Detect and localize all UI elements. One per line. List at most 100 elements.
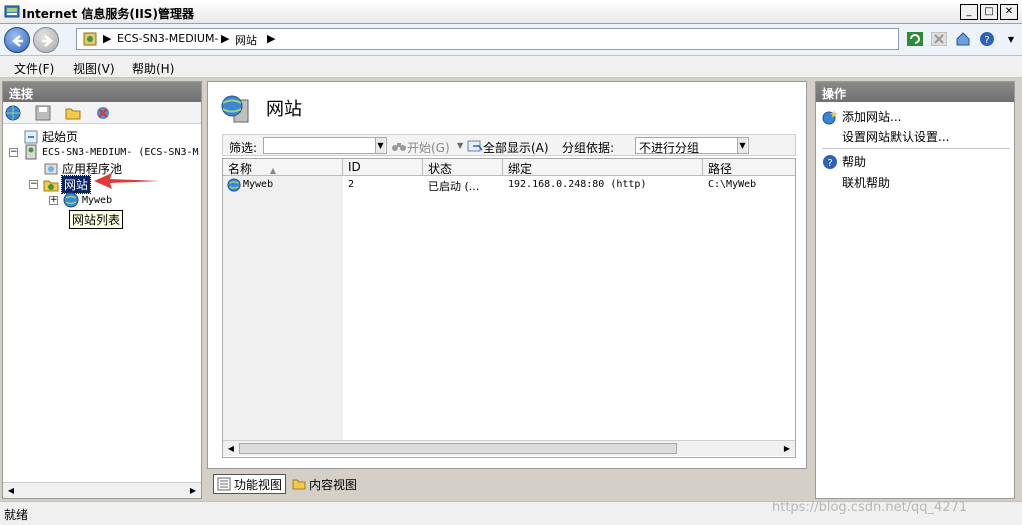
filter-label: 筛选: bbox=[229, 141, 258, 155]
close-button[interactable]: ✕ bbox=[1000, 4, 1018, 20]
help-dropdown-icon[interactable]: ▼ bbox=[1001, 30, 1021, 48]
table-blank-area bbox=[223, 176, 343, 440]
col-header-status[interactable]: 状态 bbox=[423, 159, 503, 176]
server-icon bbox=[25, 144, 37, 160]
show-all-button[interactable]: 全部显示(A) bbox=[483, 139, 549, 156]
tree-expand-myweb[interactable]: + bbox=[49, 196, 58, 205]
action-online-help[interactable]: 联机帮助 bbox=[842, 174, 890, 191]
action-site-defaults[interactable]: 设置网站默认设置... bbox=[842, 128, 949, 145]
scroll-right-icon[interactable]: ▶ bbox=[187, 485, 199, 497]
tree-item-server[interactable]: ECS-SN3-MEDIUM- (ECS-SN3-M bbox=[23, 144, 199, 160]
server-icon bbox=[83, 32, 97, 46]
show-all-icon bbox=[467, 140, 483, 152]
connections-toolbar bbox=[3, 102, 201, 124]
tab-features-view[interactable]: 功能视图 bbox=[213, 474, 287, 494]
menu-file[interactable]: 文件(F) bbox=[14, 60, 54, 77]
sites-globe-icon bbox=[221, 95, 249, 123]
forward-arrow-icon bbox=[42, 35, 53, 47]
crumb-server[interactable]: ECS-SN3-MEDIUM- bbox=[117, 32, 218, 45]
cell-id: 2 bbox=[348, 179, 355, 190]
filter-input[interactable] bbox=[263, 137, 387, 154]
back-arrow-icon bbox=[12, 35, 23, 47]
folder-icon[interactable] bbox=[65, 105, 81, 121]
actions-divider bbox=[822, 148, 1010, 149]
iis-app-icon bbox=[4, 5, 20, 18]
view-tabs: 功能视图 内容视图 bbox=[211, 472, 811, 496]
binoculars-icon bbox=[392, 143, 406, 151]
connections-panel: 连接 起始页 − ECS-SN3-MEDIUM- (ECS-SN3-M 应用程序… bbox=[2, 81, 202, 499]
sites-folder-icon bbox=[43, 180, 59, 191]
scroll-thumb[interactable] bbox=[239, 443, 677, 454]
app-pool-icon bbox=[44, 163, 58, 174]
col-header-path[interactable]: 路径 bbox=[703, 159, 795, 176]
col-header-id[interactable]: ID bbox=[343, 159, 423, 176]
back-button[interactable] bbox=[4, 27, 30, 53]
cell-path: C:\MyWeb bbox=[708, 179, 757, 190]
table-hscroll[interactable]: ◀ ▶ bbox=[223, 440, 795, 456]
address-box[interactable]: ▶ ECS-SN3-MEDIUM- ▶ 网站 ▶ bbox=[76, 28, 899, 50]
filter-dropdown-icon[interactable]: ▼ bbox=[375, 138, 385, 153]
table-header: 名称 ▲ ID 状态 绑定 路径 bbox=[223, 159, 795, 176]
menu-bar: 文件(F) 视图(V) 帮助(H) bbox=[0, 56, 1022, 78]
maximize-button[interactable]: □ bbox=[980, 4, 998, 20]
tree-item-myweb[interactable]: Myweb bbox=[63, 192, 112, 208]
help-icon[interactable]: ? bbox=[977, 30, 997, 48]
globe-icon bbox=[227, 178, 241, 192]
address-bar: ▶ ECS-SN3-MEDIUM- ▶ 网站 ▶ ? ▼ bbox=[0, 24, 1022, 56]
tooltip: 网站列表 bbox=[69, 210, 124, 229]
svg-text:?: ? bbox=[984, 35, 989, 46]
disconnect-icon[interactable] bbox=[95, 105, 111, 121]
col-header-binding[interactable]: 绑定 bbox=[503, 159, 703, 176]
red-arrow-annotation bbox=[94, 173, 160, 189]
col-header-name[interactable]: 名称 ▲ bbox=[223, 159, 343, 176]
sites-table: 名称 ▲ ID 状态 绑定 路径 Myweb 2 已启动 (... 192.16… bbox=[222, 158, 796, 458]
cell-status: 已启动 (... bbox=[428, 180, 480, 193]
menu-help[interactable]: 帮助(H) bbox=[132, 60, 174, 77]
action-add-site[interactable]: 添加网站... bbox=[822, 108, 901, 125]
start-page-icon bbox=[24, 130, 38, 143]
start-button[interactable]: 开始(G) bbox=[407, 139, 450, 156]
actions-panel: 操作 添加网站... 设置网站默认设置... ? 帮助 联机帮助 bbox=[815, 81, 1015, 499]
filter-bar: 筛选: ▼ 开始(G) ▼ 全部显示(A) 分组依据: 不进行分组 ▼ bbox=[222, 134, 796, 156]
save-icon[interactable] bbox=[35, 105, 51, 121]
connections-hscroll[interactable]: ◀ ▶ bbox=[3, 482, 201, 498]
start-dropdown-icon[interactable]: ▼ bbox=[457, 141, 463, 150]
status-text: 就绪 bbox=[4, 508, 29, 522]
sort-asc-icon: ▲ bbox=[269, 166, 276, 175]
crumb-separator-icon: ▶ bbox=[267, 32, 276, 45]
group-by-select[interactable]: 不进行分组 bbox=[635, 137, 749, 155]
crumb-separator-icon: ▶ bbox=[221, 32, 230, 45]
action-help[interactable]: ? 帮助 bbox=[822, 153, 866, 170]
tree-collapse-server[interactable]: − bbox=[9, 148, 18, 157]
add-site-icon bbox=[822, 109, 838, 124]
title-bar: Internet 信息服务(IIS)管理器 _ □ ✕ bbox=[0, 0, 1022, 24]
stop-icon[interactable] bbox=[929, 30, 949, 48]
tree-item-start-page[interactable]: 起始页 bbox=[23, 128, 78, 145]
scroll-right-icon[interactable]: ▶ bbox=[781, 443, 793, 455]
scroll-left-icon[interactable]: ◀ bbox=[225, 443, 237, 455]
tab-content-view[interactable]: 内容视图 bbox=[289, 474, 360, 494]
forward-button[interactable] bbox=[33, 27, 59, 53]
help-icon: ? bbox=[823, 154, 837, 169]
home-icon[interactable] bbox=[953, 30, 973, 48]
watermark: https://blog.csdn.net/qq_4271 bbox=[772, 500, 968, 515]
tree-collapse-sites[interactable]: − bbox=[29, 180, 38, 189]
connect-globe-icon[interactable] bbox=[5, 105, 21, 121]
actions-header: 操作 bbox=[816, 82, 1014, 102]
connections-header: 连接 bbox=[3, 82, 201, 102]
svg-text:?: ? bbox=[827, 158, 832, 169]
sites-panel: 网站 筛选: ▼ 开始(G) ▼ 全部显示(A) 分组依据: 不进行分组 ▼ 名… bbox=[207, 81, 807, 469]
globe-icon bbox=[63, 192, 79, 208]
menu-view[interactable]: 视图(V) bbox=[73, 60, 115, 77]
refresh-icon[interactable] bbox=[905, 30, 925, 48]
crumb-sites[interactable]: 网站 bbox=[235, 32, 257, 48]
cell-name: Myweb bbox=[243, 179, 274, 190]
scroll-left-icon[interactable]: ◀ bbox=[5, 485, 17, 497]
group-by-label: 分组依据: bbox=[562, 141, 615, 155]
tree-item-sites[interactable]: 网站 bbox=[43, 175, 92, 194]
crumb-separator-icon: ▶ bbox=[103, 32, 112, 45]
table-row[interactable]: Myweb 2 已启动 (... 192.168.0.248:80 (http)… bbox=[223, 178, 795, 194]
content-view-icon bbox=[292, 479, 306, 490]
group-dropdown-icon[interactable]: ▼ bbox=[737, 138, 747, 153]
minimize-button[interactable]: _ bbox=[960, 4, 978, 20]
